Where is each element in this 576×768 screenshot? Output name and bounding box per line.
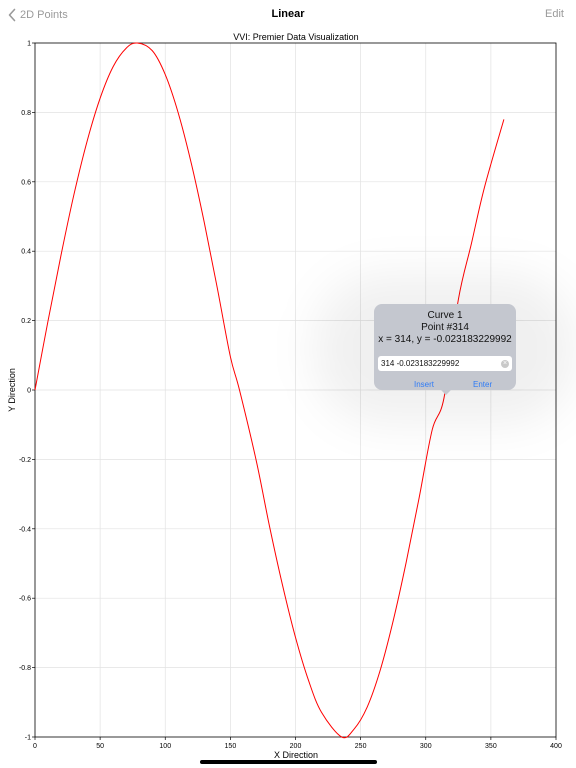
y-tick-label: -0.2 xyxy=(19,457,31,464)
clear-icon[interactable]: × xyxy=(501,359,509,368)
popover-arrow xyxy=(440,389,452,395)
x-tick-label: 400 xyxy=(550,743,562,750)
x-tick-label: 300 xyxy=(420,743,432,750)
point-popover: Curve 1 Point #314 x = 314, y = -0.02318… xyxy=(314,274,576,424)
x-axis-label: X Direction xyxy=(274,750,318,760)
edit-button[interactable]: Edit xyxy=(545,8,564,20)
home-indicator xyxy=(200,760,377,764)
insert-button[interactable]: Insert xyxy=(414,380,434,389)
point-value-input[interactable]: 314 -0.023183229992 × xyxy=(378,356,512,371)
y-tick-label: 0.6 xyxy=(21,179,31,186)
x-tick-label: 350 xyxy=(485,743,497,750)
x-tick-label: 50 xyxy=(96,743,104,750)
chart-title: VVI: Premier Data Visualization xyxy=(233,32,358,42)
popover-point-number: Point #314 xyxy=(421,322,469,333)
y-axis-ticks: 1 0.8 0.6 0.4 0.2 0 -0.2 -0.4 -0.6 -0.8 -1 xyxy=(19,41,35,742)
enter-button[interactable]: Enter xyxy=(473,380,492,389)
x-tick-label: 200 xyxy=(290,743,302,750)
y-tick-label: 1 xyxy=(27,41,31,48)
y-tick-label: 0.4 xyxy=(21,249,31,256)
y-tick-label: 0.2 xyxy=(21,318,31,325)
popover-curve-name: Curve 1 xyxy=(427,310,463,321)
x-tick-label: 0 xyxy=(33,743,37,750)
x-tick-label: 250 xyxy=(355,743,367,750)
x-tick-label: 150 xyxy=(225,743,237,750)
page-title: Linear xyxy=(271,8,305,20)
popover-coordinates: x = 314, y = -0.023183229992 xyxy=(378,334,512,345)
y-tick-label: -0.4 xyxy=(19,526,31,533)
y-tick-label: -1 xyxy=(25,735,31,742)
x-axis-ticks: 0 50 100 150 200 250 300 350 400 xyxy=(33,737,562,750)
navigation-bar: 2D Points Linear Edit xyxy=(0,0,576,30)
y-tick-label: 0 xyxy=(27,388,31,395)
y-tick-label: -0.8 xyxy=(19,665,31,672)
y-axis-label: Y Direction xyxy=(7,368,17,412)
y-tick-label: -0.6 xyxy=(19,596,31,603)
y-tick-label: 0.8 xyxy=(21,110,31,117)
x-tick-label: 100 xyxy=(159,743,171,750)
point-value-input-text: 314 -0.023183229992 xyxy=(381,359,460,368)
